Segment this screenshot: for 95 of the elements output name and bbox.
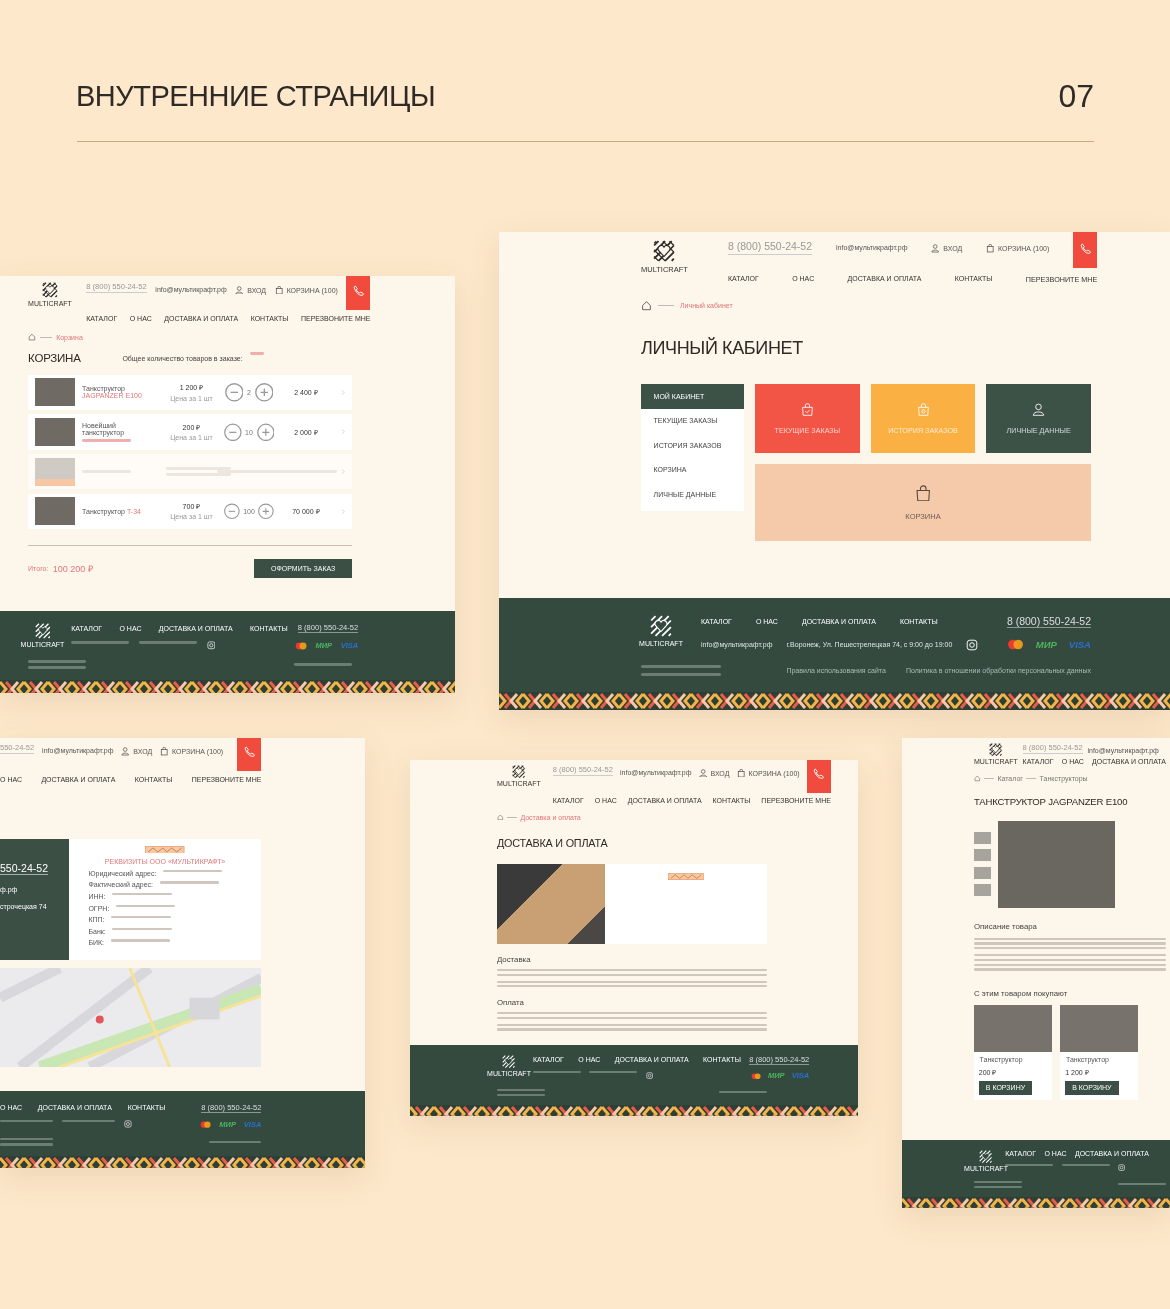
bag-icon: [274, 285, 284, 295]
user-icon: [1032, 402, 1046, 416]
placeholder-text-lines: [249, 352, 265, 355]
page-title: КОРЗИНА: [28, 352, 81, 364]
camera-icon[interactable]: [1117, 1163, 1126, 1172]
increase-button[interactable]: [258, 501, 275, 521]
minus-icon: [224, 383, 244, 402]
payment-logo-icon: [1006, 639, 1024, 650]
payment-logo: МИР: [1035, 639, 1057, 650]
placeholder-text-lines: [0, 1138, 53, 1146]
call-button[interactable]: [346, 276, 371, 310]
page-title: ТАНКСТРУКТОР JAGPANZER E100: [974, 796, 1129, 808]
logo-icon[interactable]: [512, 764, 526, 778]
page-title: ЛИЧНЫЙ КАБИНЕТ: [641, 338, 804, 359]
placeholder-text-lines: [28, 660, 86, 669]
call-button[interactable]: [237, 738, 262, 772]
page-title: ДОСТАВКА И ОПЛАТА: [497, 836, 609, 849]
placeholder-text-lines: [1005, 1163, 1054, 1167]
placeholder-text-lines: [1118, 1183, 1166, 1186]
payment-logo: VISA: [1068, 639, 1091, 650]
placeholder-text-lines: [110, 939, 171, 942]
thumbnail-placeholder[interactable]: [974, 832, 991, 844]
photo-placeholder: [35, 457, 75, 486]
photo-placeholder: [35, 378, 75, 407]
ornament-drawing: [145, 845, 185, 854]
camera-icon[interactable]: [206, 641, 216, 650]
placeholder-text-lines: [82, 439, 132, 442]
placeholder-text-lines: [294, 663, 353, 666]
placeholder-text-lines: [159, 881, 219, 884]
increase-button[interactable]: [256, 422, 275, 442]
logo-icon[interactable]: [653, 240, 676, 262]
placeholder-text-lines: [112, 927, 172, 931]
decrease-button[interactable]: [224, 383, 244, 402]
home-icon[interactable]: [497, 813, 504, 821]
camera-icon[interactable]: [645, 1072, 653, 1080]
bag-icon: [736, 769, 745, 778]
placeholder-text-lines: [719, 1091, 767, 1094]
home-icon[interactable]: [974, 774, 981, 782]
phone-icon: [351, 283, 366, 298]
bag-icon: [914, 484, 932, 502]
placeholder-text-lines: [0, 1119, 53, 1123]
plus-icon: [254, 383, 274, 402]
ornament-drawing: [668, 873, 704, 881]
plus-icon: [256, 422, 275, 442]
payment-logo-icon: [294, 641, 307, 650]
bag-icon: [160, 747, 169, 756]
placeholder-text-lines: [138, 641, 197, 644]
placeholder-text-lines: [1061, 1163, 1110, 1167]
user-icon: [698, 769, 708, 778]
minus-icon: [223, 422, 242, 442]
phone-link[interactable]: 8 (800) 550-24-52: [1006, 614, 1091, 628]
payment-logo-icon: [200, 1120, 212, 1128]
payment-logo-icon: [750, 1072, 761, 1080]
placeholder-text-lines: [115, 904, 176, 907]
bag-icon: [986, 244, 995, 253]
thumbnail-placeholder[interactable]: [974, 884, 991, 897]
placeholder-text-lines: [162, 869, 223, 872]
phone-icon: [1078, 242, 1092, 256]
minus-icon: [223, 501, 240, 521]
page-number: 07: [1058, 78, 1094, 115]
logo-icon[interactable]: [989, 742, 1003, 756]
phone-icon: [812, 766, 826, 781]
home-icon[interactable]: [28, 333, 36, 342]
placeholder-text-lines: [62, 1119, 115, 1123]
bag-icon: [800, 402, 814, 416]
camera-icon[interactable]: [966, 638, 979, 651]
placeholder-text-lines: [112, 892, 172, 896]
user-icon: [235, 285, 244, 295]
thumbnail-placeholder[interactable]: [974, 849, 991, 862]
bag-icon: [916, 402, 930, 416]
call-button[interactable]: [806, 760, 831, 793]
placeholder-text-lines: [589, 1071, 638, 1074]
camera-icon[interactable]: [124, 1120, 132, 1129]
placeholder-text-lines: [533, 1071, 581, 1074]
order-total: 100 200 ₽: [52, 562, 93, 575]
user-icon: [121, 747, 130, 756]
photo-placeholder: [35, 417, 75, 447]
phone-text: 550-24-52: [0, 862, 49, 876]
decrease-button[interactable]: [223, 501, 240, 521]
placeholder-text-lines: [71, 641, 129, 644]
plus-icon: [258, 501, 275, 521]
phone-icon: [242, 745, 256, 759]
decrease-button[interactable]: [223, 422, 242, 442]
thumbnail-placeholder[interactable]: [974, 866, 991, 879]
increase-button[interactable]: [254, 383, 274, 402]
home-icon[interactable]: [641, 300, 652, 311]
placeholder-text-lines: [208, 1140, 262, 1143]
section-title: ВНУТРЕННИЕ СТРАНИЦЫ: [76, 80, 436, 113]
user-icon: [931, 244, 940, 253]
call-button[interactable]: [1073, 232, 1098, 268]
placeholder-text-lines: [497, 1088, 545, 1096]
placeholder-text-lines: [974, 1180, 1022, 1188]
logo-icon[interactable]: [42, 281, 58, 298]
placeholder-text-lines: [111, 916, 171, 919]
photo-placeholder: [35, 497, 75, 526]
